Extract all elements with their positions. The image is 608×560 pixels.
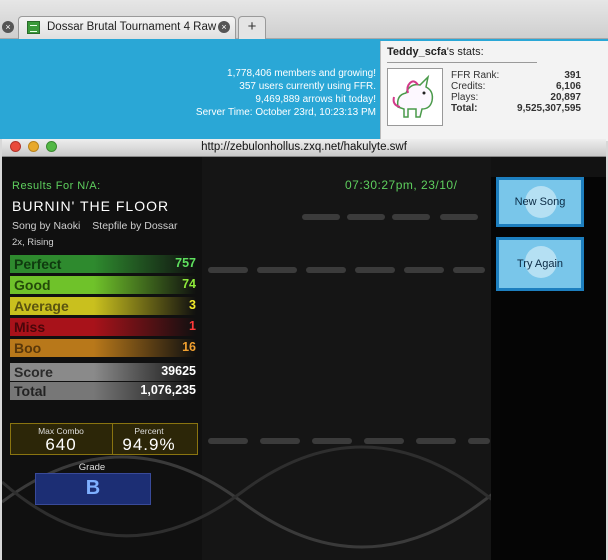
spreadsheet-icon	[27, 21, 40, 34]
judgement-row-miss: Miss 1	[10, 318, 196, 336]
browser-tab[interactable]: Dossar Brutal Tournament 4 Raw ×	[18, 16, 236, 39]
users-online: 357 users currently using FFR.	[239, 81, 376, 92]
judgement-count: 16	[182, 340, 196, 354]
results-header: Results For N/A:	[12, 180, 101, 192]
lane-dash	[453, 267, 485, 273]
window-titlebar[interactable]: http://zebulonhollus.zxq.net/hakulyte.sw…	[2, 139, 606, 157]
judgement-row-total: Total 1,076,235	[10, 382, 196, 400]
percent-value: 94.9%	[122, 435, 176, 454]
judgement-label: Miss	[14, 319, 46, 335]
song-artist: Song by Naoki	[12, 220, 81, 232]
menu-panel	[491, 177, 606, 560]
flash-popup-window: http://zebulonhollus.zxq.net/hakulyte.sw…	[2, 139, 606, 560]
stat-total: Total: 9,525,307,595	[451, 103, 581, 114]
judgement-row-good: Good 74	[10, 276, 196, 294]
lane-dash	[257, 267, 297, 273]
grade-value: B	[85, 477, 101, 499]
judgement-count: 757	[175, 256, 196, 270]
new-song-button[interactable]: New Song	[496, 177, 584, 227]
close-tab-icon[interactable]: ×	[2, 21, 14, 33]
site-stats: 1,778,406 members and growing! 357 users…	[196, 67, 376, 119]
unicorn-avatar[interactable]	[387, 68, 443, 126]
lane-dash	[404, 267, 444, 273]
judgement-label: Good	[14, 277, 51, 293]
close-tab-icon[interactable]: ×	[218, 21, 230, 33]
stat-credits: Credits: 6,106	[451, 81, 581, 92]
try-again-button[interactable]: Try Again	[496, 237, 584, 291]
tab-title: Dossar Brutal Tournament 4 Raw	[47, 21, 217, 33]
judgement-count: 74	[182, 277, 196, 291]
max-combo-value: 640	[45, 435, 77, 454]
judgement-count: 39625	[161, 364, 196, 378]
judgement-label: Score	[14, 364, 53, 380]
judgement-row-boo: Boo 16	[10, 339, 196, 357]
lane-dash	[208, 267, 248, 273]
lane-dash	[306, 267, 346, 273]
window-url: http://zebulonhollus.zxq.net/hakulyte.sw…	[201, 141, 407, 153]
stat-ffr-rank: FFR Rank: 391	[451, 70, 581, 81]
judgement-row-average: Average 3	[10, 297, 196, 315]
arrows-today: 9,469,889 arrows hit today!	[255, 94, 376, 105]
combo-percent-box: Max Combo 640 Percent 94.9%	[10, 423, 198, 455]
lane-dash	[392, 214, 430, 220]
judgement-row-score: Score 39625	[10, 363, 196, 381]
song-title: BURNIN' THE FLOOR	[12, 198, 170, 214]
judgement-label: Perfect	[14, 256, 62, 272]
judgement-row-perfect: Perfect 757	[10, 255, 196, 273]
results-timestamp: 07:30:27pm, 23/10/	[345, 178, 458, 192]
user-stats-box: Teddy_scfa's stats: FFR Rank: 391 Credits…	[380, 41, 608, 141]
song-mods: 2x, Rising	[12, 237, 54, 248]
user-stats-title: Teddy_scfa's stats:	[387, 46, 484, 58]
judgement-count: 1,076,235	[140, 383, 196, 397]
username[interactable]: Teddy_scfa	[387, 46, 447, 58]
stat-plays: Plays: 20,897	[451, 92, 581, 103]
song-credits: Song by Naoki Stepfile by Dossar	[12, 220, 178, 232]
grade-label: Grade	[78, 462, 106, 473]
lane-dash	[440, 214, 478, 220]
game-stage: Results For N/A: 07:30:27pm, 23/10/ BURN…	[2, 157, 606, 560]
judgement-label: Average	[14, 298, 69, 314]
judgement-count: 1	[189, 319, 196, 333]
grade-box: B	[35, 473, 151, 505]
judgement-count: 3	[189, 298, 196, 312]
lane-dash	[347, 214, 385, 220]
lane-dash	[355, 267, 395, 273]
try-again-label: Try Again	[516, 258, 564, 270]
judgement-label: Boo	[14, 340, 42, 356]
stepfile-author: Stepfile by Dossar	[92, 220, 178, 232]
lane-dash	[302, 214, 340, 220]
new-song-label: New Song	[514, 196, 566, 208]
divider	[387, 62, 537, 63]
new-tab-button[interactable]: +	[238, 16, 266, 39]
server-time: Server Time: October 23rd, 10:23:13 PM	[195, 107, 376, 118]
browser-tab-bar: × Dossar Brutal Tournament 4 Raw × +	[0, 0, 608, 39]
stats-suffix: 's stats:	[446, 46, 484, 58]
judgement-label: Total	[14, 383, 47, 399]
members-count: 1,778,406 members and growing!	[227, 68, 376, 79]
